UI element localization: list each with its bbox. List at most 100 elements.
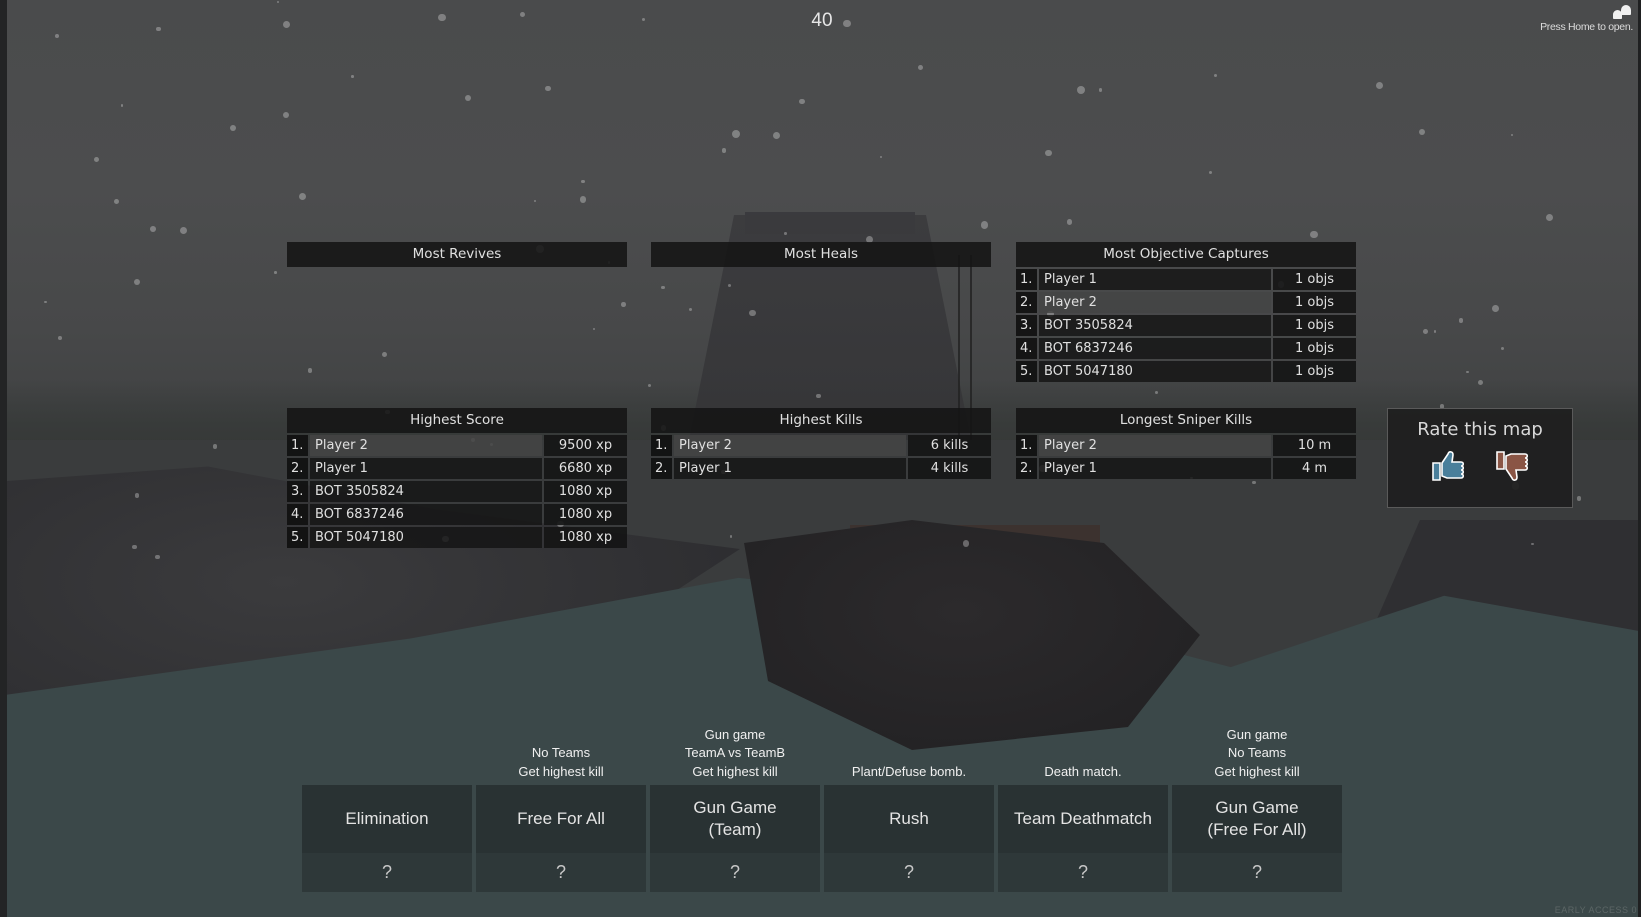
description-line: Plant/Defuse bomb. xyxy=(851,763,967,779)
rank-label: 1. xyxy=(287,435,308,456)
panel-title: Longest Sniper Kills xyxy=(1016,408,1356,433)
snowflake xyxy=(1098,88,1102,92)
stat-value: 1 objs xyxy=(1273,292,1356,313)
leaderboard-row: 1. Player 2 9500 xp xyxy=(287,435,627,456)
description-line: Gun game xyxy=(704,726,766,742)
player-name: Player 2 xyxy=(1039,292,1271,313)
description-line: No Teams xyxy=(1227,745,1287,760)
snowflake xyxy=(1376,81,1384,89)
snowflake xyxy=(731,130,740,139)
leaderboard-row: 2. Player 14 kills xyxy=(651,458,991,479)
rank-label: 2. xyxy=(1016,458,1037,479)
game-mode-vote-count[interactable]: ? xyxy=(302,853,472,892)
rank-label: 4. xyxy=(1016,338,1037,359)
game-mode-vote-button[interactable]: Gun Game (Free For All)? xyxy=(1172,785,1342,892)
game-mode-vote-button[interactable]: Gun Game (Team)? xyxy=(650,785,820,892)
rank-label: 2. xyxy=(651,458,672,479)
snowflake xyxy=(1423,328,1428,334)
game-mode-vote-count[interactable]: ? xyxy=(476,853,646,892)
player-name: Player 1 xyxy=(1039,458,1271,479)
snowflake xyxy=(156,26,161,32)
panel-title: Most Revives xyxy=(287,242,627,267)
leaderboard-row: 3. BOT 3505824 1080 xp xyxy=(287,481,627,502)
player-name: Player 1 xyxy=(674,458,906,479)
snowflake xyxy=(1510,133,1513,137)
description-line: Death match. xyxy=(1044,763,1122,779)
game-mode-vote-button[interactable]: Team Deathmatch? xyxy=(998,785,1168,892)
snowflake xyxy=(963,540,970,547)
friends-icon[interactable] xyxy=(1611,3,1633,19)
game-mode-option: Elimination? xyxy=(302,723,472,892)
game-mode-option: No Teams Get highest kill Free For All? xyxy=(476,723,646,892)
rank-label: 2. xyxy=(1016,292,1037,313)
leaderboard-row: 2. Player 1 6680 xp xyxy=(287,458,627,479)
game-mode-name[interactable]: Free For All xyxy=(476,785,646,853)
panel-longest-sniper-kills: Longest Sniper Kills 1. Player 2 10 m 2. Pla… xyxy=(1016,408,1356,481)
player-name: Player 1 xyxy=(310,458,542,479)
stat-value: 1080 xp xyxy=(544,481,627,502)
leaderboard-row: 5. BOT 5047180 1 objs xyxy=(1016,361,1356,382)
leaderboard-row: 4. BOT 6837246 1080 xp xyxy=(287,504,627,525)
game-mode-vote-count[interactable]: ? xyxy=(824,853,994,892)
game-mode-vote-count[interactable]: ? xyxy=(1172,853,1342,892)
game-mode-name[interactable]: Gun Game (Free For All) xyxy=(1172,785,1342,853)
description-line: Get highest kill xyxy=(692,763,778,779)
stat-value: 9500 xp xyxy=(544,435,627,456)
thumbs-up-icon[interactable] xyxy=(1430,448,1466,484)
game-mode-description: No Teams Get highest kill xyxy=(476,723,646,785)
game-mode-vote-button[interactable]: Free For All? xyxy=(476,785,646,892)
panel-title: Most Heals xyxy=(651,242,991,267)
leaderboard-row: 3. BOT 3505824 1 objs xyxy=(1016,315,1356,336)
panel-title: Most Objective Captures xyxy=(1016,242,1356,267)
game-mode-option: Gun game No Teams Get highest kill Gun Game… xyxy=(1172,723,1342,892)
panel-most-revives: Most Revives xyxy=(287,242,627,269)
thumbs-down-icon[interactable] xyxy=(1494,448,1530,484)
snowflake xyxy=(1251,480,1256,485)
game-mode-name[interactable]: Elimination xyxy=(302,785,472,853)
game-mode-option: Gun game TeamA vs TeamB Get highest kill Gu… xyxy=(650,723,820,892)
snowflake xyxy=(94,156,100,162)
player-name: Player 2 xyxy=(1039,435,1271,456)
snowflake xyxy=(274,271,277,274)
game-mode-name[interactable]: Team Deathmatch xyxy=(998,785,1168,853)
snowflake xyxy=(135,493,140,498)
leaderboard-row: 1. Player 2 10 m xyxy=(1016,435,1356,456)
game-mode-vote-count[interactable]: ? xyxy=(998,853,1168,892)
snowflake xyxy=(57,336,62,341)
stat-value: 1 objs xyxy=(1273,269,1356,290)
player-name: BOT 5047180 xyxy=(1039,361,1271,382)
player-name: Player 1 xyxy=(1039,269,1271,290)
player-name: BOT 6837246 xyxy=(1039,338,1271,359)
snowflake xyxy=(298,192,306,200)
social-widget[interactable]: Press Home to open. xyxy=(1540,3,1633,33)
game-mode-name[interactable]: Rush xyxy=(824,785,994,853)
snowflake xyxy=(749,309,756,317)
snowflake xyxy=(621,302,626,307)
game-mode-vote-button[interactable]: Elimination? xyxy=(302,785,472,892)
leaderboard-row: 2. Player 21 objs xyxy=(1016,292,1356,313)
panel-most-heals: Most Heals xyxy=(651,242,991,269)
snowflake xyxy=(816,393,821,399)
game-mode-vote-count[interactable]: ? xyxy=(650,853,820,892)
snowflake xyxy=(1500,346,1504,350)
snowflake xyxy=(54,33,59,38)
snowflake xyxy=(545,86,551,92)
panel-title: Highest Score xyxy=(287,408,627,433)
snowflake xyxy=(1433,330,1437,333)
stat-value: 6680 xp xyxy=(544,458,627,479)
stat-value: 4 kills xyxy=(908,458,991,479)
game-mode-name[interactable]: Gun Game (Team) xyxy=(650,785,820,853)
player-name: Player 2 xyxy=(310,435,542,456)
snowflake xyxy=(721,147,727,153)
player-name: BOT 3505824 xyxy=(310,481,542,502)
snowflake xyxy=(579,196,587,203)
game-mode-vote-button[interactable]: Rush? xyxy=(824,785,994,892)
stat-value: 1080 xp xyxy=(544,527,627,548)
stat-value: 10 m xyxy=(1273,435,1356,456)
snowflake xyxy=(1491,305,1499,312)
rate-map-title: Rate this map xyxy=(1417,419,1543,440)
game-mode-description: Gun game TeamA vs TeamB Get highest kill xyxy=(650,723,820,785)
snowflake xyxy=(661,285,665,290)
rank-label: 1. xyxy=(651,435,672,456)
player-name: BOT 6837246 xyxy=(310,504,542,525)
